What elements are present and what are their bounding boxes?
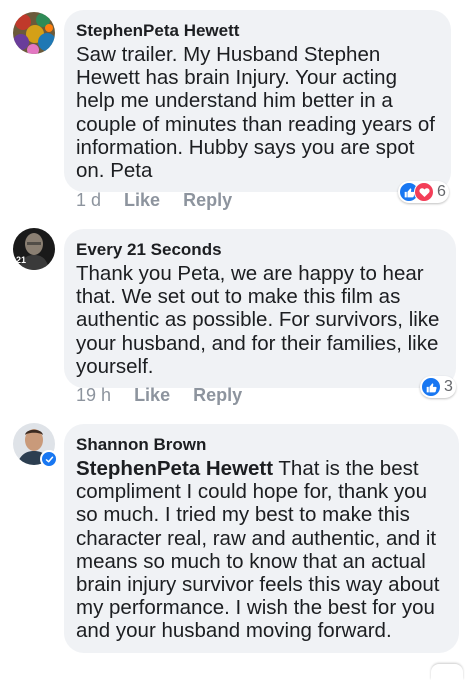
comment-author[interactable]: Every 21 Seconds [76,239,442,260]
comment-bubble: Shannon Brown StephenPeta Hewett That is… [64,424,459,653]
comment-author[interactable]: Shannon Brown [76,434,445,455]
comment-actions: 19 h Like Reply [76,385,260,406]
comment-text: Saw trailer. My Husband Stephen Hewett h… [76,43,435,183]
reaction-summary[interactable]: 6 [398,181,449,203]
like-icon [421,377,441,397]
comment-actions: 1 d Like Reply [76,190,250,211]
comment-text-body: That is the best compliment I could hope… [76,457,440,643]
reaction-count: 6 [437,183,446,200]
comment-bubble: Every 21 Seconds Thank you Peta, we are … [64,229,456,389]
like-button[interactable]: Like [124,190,160,210]
like-button[interactable]: Like [134,385,170,405]
comment-time[interactable]: 1 d [76,190,101,210]
reply-button[interactable]: Reply [183,190,232,210]
comment-text: Thank you Peta, we are happy to hear tha… [76,262,440,378]
comment-author[interactable]: StephenPeta Hewett [76,20,437,41]
reaction-summary[interactable]: 3 [420,376,456,398]
verified-badge-icon [40,450,58,468]
comment-bubble: StephenPeta Hewett Saw trailer. My Husba… [64,10,451,193]
avatar[interactable]: 21 [13,228,55,270]
reaction-summary-partial[interactable] [431,664,463,680]
reaction-count: 3 [444,378,453,395]
love-icon [414,182,434,202]
avatar-logo-text: 21 [16,255,27,265]
mention-link[interactable]: StephenPeta Hewett [76,457,273,480]
comment-text: StephenPeta Hewett That is the best comp… [76,457,445,643]
avatar[interactable] [13,12,55,54]
reply-button[interactable]: Reply [193,385,242,405]
comment-time[interactable]: 19 h [76,385,111,405]
